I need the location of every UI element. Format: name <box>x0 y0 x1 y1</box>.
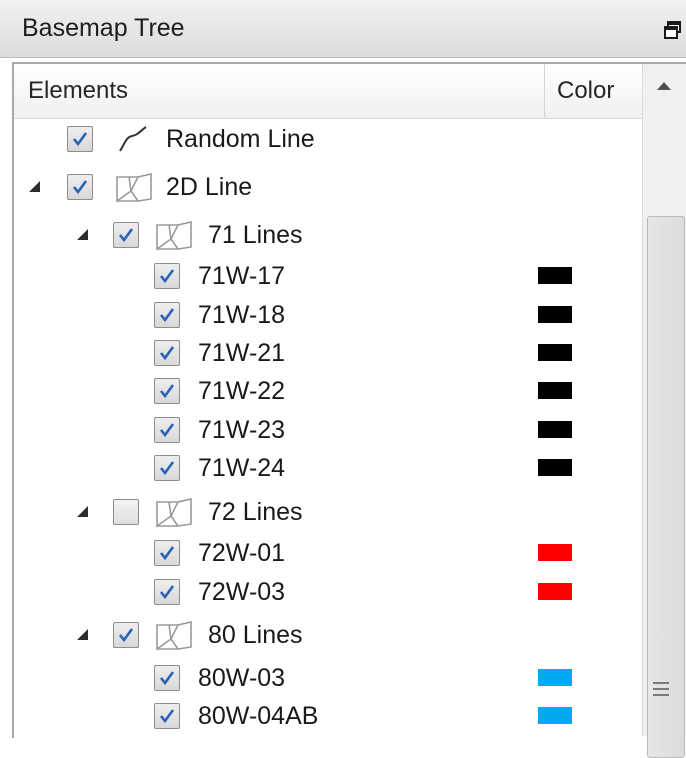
tree-item-label: 71 Lines <box>208 221 303 249</box>
tree-item-label: 71W-21 <box>198 339 286 367</box>
tree-item-label: 72W-01 <box>198 539 286 567</box>
tree-item-line[interactable]: 71W-23 <box>14 412 642 450</box>
color-swatch[interactable] <box>538 459 572 476</box>
checkbox-2d-line[interactable] <box>67 174 93 200</box>
expand-collapse-icon[interactable] <box>77 229 88 240</box>
checkbox-line[interactable] <box>154 263 180 289</box>
panel-title: Basemap Tree <box>22 14 185 42</box>
line-group-icon <box>156 497 192 528</box>
color-swatch[interactable] <box>538 267 572 284</box>
tree-item-line[interactable]: 71W-17 <box>14 258 642 296</box>
tree-item-label: 72 Lines <box>208 498 303 526</box>
checkbox-line[interactable] <box>154 579 180 605</box>
tree-item-72-lines[interactable]: 72 Lines <box>14 494 642 532</box>
checkbox-80-lines[interactable] <box>113 622 139 648</box>
scrollbar-grip-icon <box>653 682 669 698</box>
color-swatch[interactable] <box>538 421 572 438</box>
column-header-elements[interactable]: Elements <box>28 64 544 118</box>
tree-item-label: Random Line <box>166 125 315 153</box>
random-line-icon <box>119 126 147 152</box>
checkbox-line[interactable] <box>154 340 180 366</box>
vertical-scrollbar[interactable] <box>642 64 686 758</box>
tree-item-line[interactable]: 71W-24 <box>14 450 642 488</box>
color-swatch[interactable] <box>538 583 572 600</box>
tree-item-2d-line[interactable]: 2D Line <box>14 169 642 207</box>
tree-item-label: 80 Lines <box>208 621 303 649</box>
tree-item-label: 80W-04AB <box>198 702 319 730</box>
checkbox-line[interactable] <box>154 455 180 481</box>
checkbox-72-lines[interactable] <box>113 499 139 525</box>
checkbox-line[interactable] <box>154 540 180 566</box>
color-swatch[interactable] <box>538 382 572 399</box>
checkbox-line[interactable] <box>154 378 180 404</box>
tree-item-line[interactable]: 71W-21 <box>14 335 642 373</box>
tree-item-label: 71W-17 <box>198 262 286 290</box>
tree-item-label: 2D Line <box>166 173 253 201</box>
tree-item-line[interactable]: 80W-03 <box>14 660 642 698</box>
color-swatch[interactable] <box>538 669 572 686</box>
scrollbar-thumb[interactable] <box>647 216 685 758</box>
expand-collapse-icon[interactable] <box>77 629 88 640</box>
tree-item-line[interactable]: 72W-03 <box>14 574 642 612</box>
tree-item-label: 71W-22 <box>198 377 286 405</box>
tree-item-line[interactable]: 72W-01 <box>14 535 642 573</box>
column-divider[interactable] <box>544 64 545 118</box>
tree-item-label: 71W-23 <box>198 416 286 444</box>
line-group-icon <box>156 620 192 651</box>
scroll-up-arrow-icon[interactable] <box>643 64 686 112</box>
expand-collapse-icon[interactable] <box>29 181 40 192</box>
color-swatch[interactable] <box>538 707 572 724</box>
panel-titlebar: Basemap Tree <box>0 0 686 58</box>
line-group-icon <box>116 172 152 203</box>
checkbox-line[interactable] <box>154 302 180 328</box>
tree-item-label: 71W-18 <box>198 301 286 329</box>
basemap-tree-panel: Basemap Tree Elements Color Random Line <box>0 0 686 758</box>
tree-item-label: 72W-03 <box>198 578 286 606</box>
tree-item-label: 71W-24 <box>198 454 286 482</box>
tree-item-line[interactable]: 80W-04AB <box>14 698 642 736</box>
checkbox-line[interactable] <box>154 417 180 443</box>
restore-window-icon[interactable] <box>663 20 683 40</box>
line-group-icon <box>156 220 192 251</box>
tree-item-line[interactable]: 71W-22 <box>14 373 642 411</box>
column-header-row: Elements Color <box>14 64 642 119</box>
tree-item-80-lines[interactable]: 80 Lines <box>14 617 642 655</box>
column-header-color[interactable]: Color <box>557 64 614 118</box>
checkbox-71-lines[interactable] <box>113 222 139 248</box>
tree-item-random-line[interactable]: Random Line <box>14 121 642 159</box>
color-swatch[interactable] <box>538 306 572 323</box>
expand-collapse-icon[interactable] <box>77 506 88 517</box>
checkbox-random-line[interactable] <box>67 126 93 152</box>
tree-item-71-lines[interactable]: 71 Lines <box>14 217 642 255</box>
checkbox-line[interactable] <box>154 665 180 691</box>
checkbox-line[interactable] <box>154 703 180 729</box>
color-swatch[interactable] <box>538 344 572 361</box>
tree-item-label: 80W-03 <box>198 664 286 692</box>
tree-item-line[interactable]: 71W-18 <box>14 297 642 335</box>
color-swatch[interactable] <box>538 544 572 561</box>
